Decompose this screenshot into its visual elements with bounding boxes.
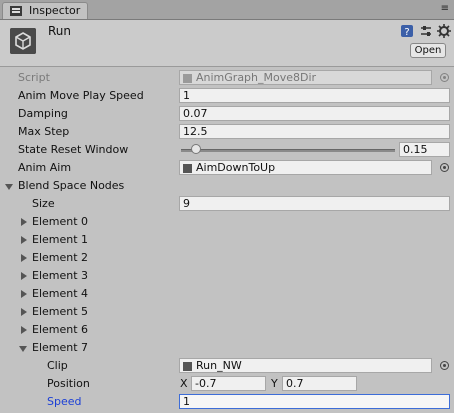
tab-bar: Inspector ≡: [0, 0, 454, 20]
position-y-input[interactable]: 0.7: [282, 376, 357, 391]
anim-clip-icon: [183, 362, 192, 371]
tab-label: Inspector: [29, 4, 81, 17]
state-reset-window-row: State Reset Window 0.15: [0, 141, 454, 159]
inspector-header: Run ? Open: [0, 20, 454, 67]
max-step-label: Max Step: [18, 125, 70, 138]
clip-label: Clip: [47, 359, 68, 372]
damping-row: Damping 0.07: [0, 105, 454, 123]
script-value: AnimGraph_Move8Dir: [196, 71, 317, 84]
element-label: Element 3: [32, 269, 89, 282]
position-x-label[interactable]: X: [180, 377, 188, 390]
element-row[interactable]: Element 5: [0, 303, 454, 321]
foldout-closed-icon[interactable]: [21, 308, 27, 316]
anim-move-play-speed-input[interactable]: 1: [179, 88, 450, 103]
anim-aim-label: Anim Aim: [18, 161, 72, 174]
anim-aim-field[interactable]: AimDownToUp: [179, 160, 432, 175]
damping-label: Damping: [18, 107, 68, 120]
object-name: Run: [48, 24, 72, 38]
svg-text:?: ?: [404, 27, 409, 38]
anim-aim-value: AimDownToUp: [196, 161, 276, 174]
position-y-label[interactable]: Y: [271, 377, 278, 390]
slider-thumb[interactable]: [190, 144, 201, 154]
inspector-icon: [10, 6, 22, 16]
anim-aim-row: Anim Aim AimDownToUp: [0, 159, 454, 177]
object-picker-icon[interactable]: [440, 361, 449, 370]
unity-object-icon: [10, 28, 36, 54]
blend-space-nodes-label: Blend Space Nodes: [18, 179, 125, 192]
help-book-icon[interactable]: ?: [400, 24, 414, 38]
element-label: Element 2: [32, 251, 89, 264]
script-file-icon: [183, 74, 192, 83]
tab-inspector[interactable]: Inspector: [2, 2, 88, 19]
foldout-open-icon[interactable]: [5, 184, 13, 190]
preset-sliders-icon[interactable]: [419, 24, 433, 38]
element-7-row[interactable]: Element 7: [0, 339, 454, 357]
anim-move-play-speed-label: Anim Move Play Speed: [18, 89, 144, 102]
foldout-closed-icon[interactable]: [21, 290, 27, 298]
element-row[interactable]: Element 0: [0, 213, 454, 231]
blend-space-nodes-row[interactable]: Blend Space Nodes: [0, 177, 454, 195]
foldout-closed-icon[interactable]: [21, 326, 27, 334]
clip-row: Clip Run_NW: [0, 357, 454, 375]
foldout-open-icon[interactable]: [19, 346, 27, 352]
element-label: Element 4: [32, 287, 89, 300]
size-row: Size 9: [0, 195, 454, 213]
speed-row: Speed 1: [0, 393, 454, 411]
element-row[interactable]: Element 6: [0, 321, 454, 339]
size-input[interactable]: 9: [179, 196, 450, 211]
state-reset-window-label: State Reset Window: [18, 143, 129, 156]
element-row[interactable]: Element 4: [0, 285, 454, 303]
script-field: AnimGraph_Move8Dir: [179, 70, 432, 85]
max-step-row: Max Step 12.5: [0, 123, 454, 141]
element-label: Element 5: [32, 305, 89, 318]
object-picker-icon: [440, 73, 449, 82]
position-x-input[interactable]: -0.7: [191, 376, 266, 391]
clip-field[interactable]: Run_NW: [179, 358, 432, 373]
element-label: Element 6: [32, 323, 89, 336]
speed-label: Speed: [47, 395, 82, 408]
object-picker-icon[interactable]: [440, 163, 449, 172]
slider-track[interactable]: [181, 149, 395, 152]
tab-menu-icon[interactable]: ≡: [441, 3, 450, 14]
element-7-label: Element 7: [32, 341, 89, 354]
open-button[interactable]: Open: [410, 43, 446, 58]
element-label: Element 1: [32, 233, 89, 246]
position-row: Position X -0.7 Y 0.7: [0, 375, 454, 393]
state-reset-window-input[interactable]: 0.15: [399, 142, 450, 157]
anim-move-play-speed-row: Anim Move Play Speed 1: [0, 87, 454, 105]
element-row[interactable]: Element 2: [0, 249, 454, 267]
element-label: Element 0: [32, 215, 89, 228]
script-label: Script: [18, 71, 50, 84]
position-label: Position: [47, 377, 90, 390]
speed-input[interactable]: 1: [179, 394, 450, 409]
element-row[interactable]: Element 3: [0, 267, 454, 285]
script-row: Script AnimGraph_Move8Dir: [0, 69, 454, 87]
max-step-input[interactable]: 12.5: [179, 124, 450, 139]
clip-value: Run_NW: [196, 359, 242, 372]
gear-icon[interactable]: [437, 24, 451, 38]
anim-clip-icon: [183, 164, 192, 173]
element-row[interactable]: Element 1: [0, 231, 454, 249]
foldout-closed-icon[interactable]: [21, 218, 27, 226]
foldout-closed-icon[interactable]: [21, 272, 27, 280]
size-label: Size: [32, 197, 55, 210]
foldout-closed-icon[interactable]: [21, 254, 27, 262]
damping-input[interactable]: 0.07: [179, 106, 450, 121]
foldout-closed-icon[interactable]: [21, 236, 27, 244]
